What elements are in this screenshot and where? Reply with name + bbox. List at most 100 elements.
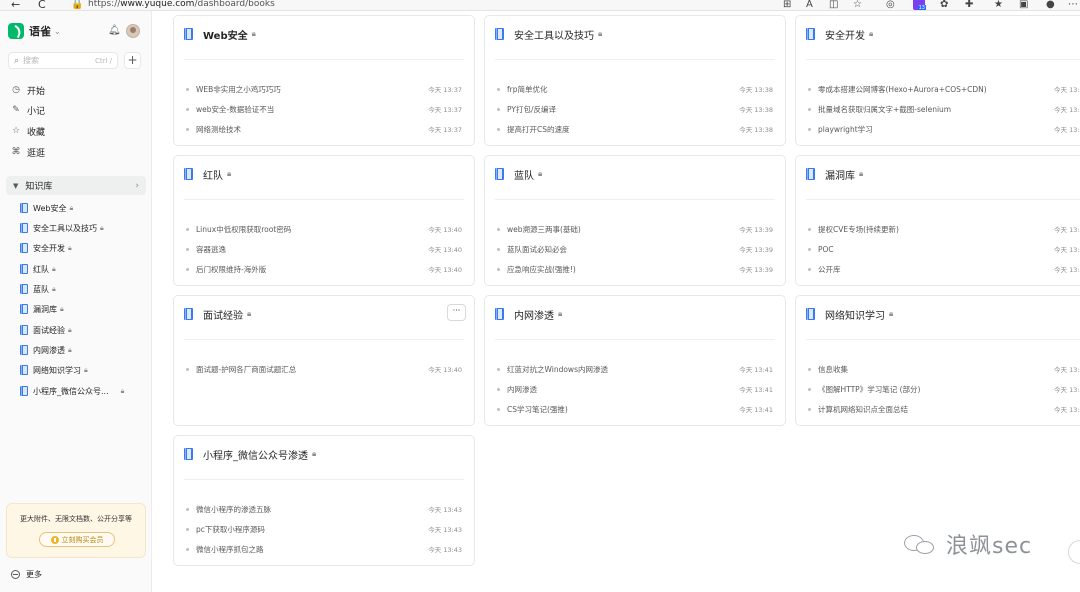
book-card-title[interactable]: Web安全 (203, 27, 248, 42)
nav-item-favorites[interactable]: ☆ 收藏 (11, 123, 45, 139)
book-icon (184, 28, 193, 40)
doc-item[interactable]: 应急响应实战(强推!) 今天 13:39 (497, 259, 773, 279)
doc-item[interactable]: 红蓝对抗之Windows内网渗透 今天 13:41 (497, 359, 773, 379)
extension-icon[interactable]: ✿ (940, 0, 948, 10)
caret-down-icon[interactable]: ▼ (13, 182, 18, 190)
book-card[interactable]: 安全工具以及技巧 🔒︎ frp简单优化 今天 13:38 PY打包/反编译 今天 13… (484, 15, 786, 146)
book-card[interactable]: Web安全 🔒︎ WEB非实用之小鸡巧巧巧 今天 13:37 web安全-数据验证不… (173, 15, 475, 146)
doc-item[interactable]: 后门权限维持-海外版 今天 13:40 (186, 259, 462, 279)
lock-icon: 🔒︎ (69, 203, 74, 212)
book-card[interactable]: 安全开发 🔒︎ 零成本搭建公网博客(Hexo+Aurora+COS+CDN) 今天 … (795, 15, 1080, 146)
sidebar-book-item[interactable]: 小程序_微信公众号... 🔒︎ (20, 383, 124, 399)
book-card[interactable]: 红队 🔒︎ Linux中低权限获取root密码 今天 13:40 容器逃逸 今天 13… (173, 155, 475, 286)
buy-membership-button[interactable]: 立刻购买会员 (39, 532, 115, 547)
avatar[interactable] (126, 24, 140, 38)
doc-item[interactable]: 提权CVE专场(持续更新)今天 13:4 (808, 219, 1080, 239)
add-button[interactable]: + (124, 52, 141, 69)
doc-time: 今天 13:41 (739, 406, 773, 414)
card-more-button[interactable]: ··· (447, 304, 466, 321)
bell-icon[interactable]: 🔔︎ (108, 25, 121, 36)
extension-circle-icon[interactable]: ◎ (886, 0, 895, 10)
doc-time: 今天 13:39 (739, 266, 773, 274)
lock-icon: 🔒︎ (251, 29, 256, 38)
doc-item[interactable]: 信息收集今天 13:4 (808, 359, 1080, 379)
book-card[interactable]: 漏洞库 🔒︎ 提权CVE专场(持续更新)今天 13:4 POC今天 13:4 公开… (795, 155, 1080, 286)
doc-item[interactable]: 零成本搭建公网博客(Hexo+Aurora+COS+CDN)今天 13:3 (808, 79, 1080, 99)
split-view-icon[interactable]: ◫ (829, 0, 838, 10)
doc-item[interactable]: 网络测绘技术 今天 13:37 (186, 119, 462, 139)
doc-item[interactable]: Linux中低权限获取root密码 今天 13:40 (186, 219, 462, 239)
book-card-title[interactable]: 面试经验 (203, 307, 243, 322)
brand-switcher[interactable]: 语雀 ⌄ (8, 22, 61, 40)
doc-item[interactable]: 容器逃逸 今天 13:40 (186, 239, 462, 259)
book-icon (184, 308, 193, 320)
book-card-title[interactable]: 红队 (203, 167, 223, 182)
sidebar-book-item[interactable]: 红队 🔒︎ (20, 261, 56, 277)
book-card-title[interactable]: 小程序_微信公众号渗透 (203, 447, 308, 462)
doc-item[interactable]: web溯源三两事(基础) 今天 13:39 (497, 219, 773, 239)
doc-item[interactable]: 微信小程序抓包之路 今天 13:43 (186, 539, 462, 559)
book-icon (20, 223, 28, 233)
book-icon (806, 28, 815, 40)
sidebar-book-item[interactable]: 漏洞库 🔒︎ (20, 301, 64, 317)
doc-item[interactable]: 面试题-护网各厂商面试题汇总 今天 13:40 (186, 359, 462, 379)
doc-item[interactable]: pc下获取小程序源码 今天 13:43 (186, 519, 462, 539)
sidebar-book-item[interactable]: 网络知识学习 🔒︎ (20, 362, 88, 378)
book-card-title[interactable]: 内网渗透 (514, 307, 554, 322)
doc-item[interactable]: CS学习笔记(强推) 今天 13:41 (497, 399, 773, 419)
divider (184, 479, 464, 480)
doc-item[interactable]: playwright学习今天 13:3 (808, 119, 1080, 139)
doc-item[interactable]: web安全-数据验证不当 今天 13:37 (186, 99, 462, 119)
doc-item[interactable]: 蓝队面试必知必会 今天 13:39 (497, 239, 773, 259)
doc-item[interactable]: 公开库今天 13:4 (808, 259, 1080, 279)
sidebar-book-item[interactable]: 内网渗透 🔒︎ (20, 342, 72, 358)
doc-item[interactable]: POC今天 13:4 (808, 239, 1080, 259)
doc-time: 今天 13:40 (428, 226, 462, 234)
chevron-right-icon[interactable]: › (135, 181, 139, 191)
doc-item[interactable]: 《图解HTTP》学习笔记 (部分)今天 13:4 (808, 379, 1080, 399)
read-aloud-icon[interactable]: A (806, 0, 813, 10)
doc-item[interactable]: 批量域名获取归属文字+截图-selenium今天 13:3 (808, 99, 1080, 119)
doc-item[interactable]: PY打包/反编译 今天 13:38 (497, 99, 773, 119)
reader-icon[interactable]: ⊞ (783, 0, 791, 10)
divider (495, 199, 775, 200)
more-button[interactable]: 更多 (11, 569, 42, 580)
book-card[interactable]: 网络知识学习 🔒︎ 信息收集今天 13:4 《图解HTTP》学习笔记 (部分)今天… (795, 295, 1080, 426)
menu-dots-icon[interactable]: ⋯ (1068, 0, 1078, 10)
doc-list: 面试题-护网各厂商面试题汇总 今天 13:40 (186, 359, 462, 379)
book-card-title[interactable]: 网络知识学习 (825, 307, 885, 322)
sidebar-book-item[interactable]: 安全开发 🔒︎ (20, 240, 72, 256)
book-card[interactable]: 面试经验 🔒︎ ··· 面试题-护网各厂商面试题汇总 今天 13:40 (173, 295, 475, 426)
sidebar-book-item[interactable]: 面试经验 🔒︎ (20, 322, 72, 338)
reload-button[interactable]: C (38, 0, 46, 10)
favorites-icon[interactable]: ★ (994, 0, 1003, 10)
search-input[interactable]: ⌕ 搜索 Ctrl / (8, 52, 118, 69)
book-card-title[interactable]: 蓝队 (514, 167, 534, 182)
doc-item[interactable]: WEB非实用之小鸡巧巧巧 今天 13:37 (186, 79, 462, 99)
book-card-title[interactable]: 安全工具以及技巧 (514, 27, 594, 42)
puzzle-icon[interactable]: ✚ (965, 0, 973, 10)
profile-icon[interactable]: ● (1046, 0, 1055, 10)
doc-item[interactable]: 提高打开CS的速度 今天 13:38 (497, 119, 773, 139)
doc-item[interactable]: frp简单优化 今天 13:38 (497, 79, 773, 99)
back-button[interactable]: ← (11, 0, 20, 10)
doc-item[interactable]: 计算机网络知识点全面总结今天 13:4 (808, 399, 1080, 419)
sidebar-book-item[interactable]: Web安全 🔒︎ (20, 200, 73, 216)
book-card[interactable]: 小程序_微信公众号渗透 🔒︎ 微信小程序的渗透五脉 今天 13:43 pc下获取小程… (173, 435, 475, 566)
favorite-star-icon[interactable]: ☆ (853, 0, 862, 10)
book-card[interactable]: 内网渗透 🔒︎ 红蓝对抗之Windows内网渗透 今天 13:41 内网渗透 今天 1… (484, 295, 786, 426)
nav-item-explore[interactable]: ⌘ 逛逛 (11, 144, 46, 160)
book-card[interactable]: 蓝队 🔒︎ web溯源三两事(基础) 今天 13:39 蓝队面试必知必会 今天 13:… (484, 155, 786, 286)
doc-item[interactable]: 微信小程序的渗透五脉 今天 13:43 (186, 499, 462, 519)
knowledge-base-header[interactable]: ▼ 知识库 › (6, 176, 146, 195)
doc-item[interactable]: 内网渗透 今天 13:41 (497, 379, 773, 399)
sidebar-book-item[interactable]: 蓝队 🔒︎ (20, 281, 56, 297)
book-card-title[interactable]: 安全开发 (825, 27, 865, 42)
extension-badge-icon[interactable]: 13 (913, 0, 926, 10)
collections-icon[interactable]: ▣ (1019, 0, 1028, 10)
address-bar[interactable]: https://www.yuque.com/dashboard/books (88, 0, 275, 10)
nav-item-notes[interactable]: ✎ 小记 (11, 102, 45, 118)
nav-item-start[interactable]: ◷ 开始 (11, 82, 45, 98)
sidebar-book-item[interactable]: 安全工具以及技巧 🔒︎ (20, 220, 104, 236)
book-card-title[interactable]: 漏洞库 (825, 167, 855, 182)
